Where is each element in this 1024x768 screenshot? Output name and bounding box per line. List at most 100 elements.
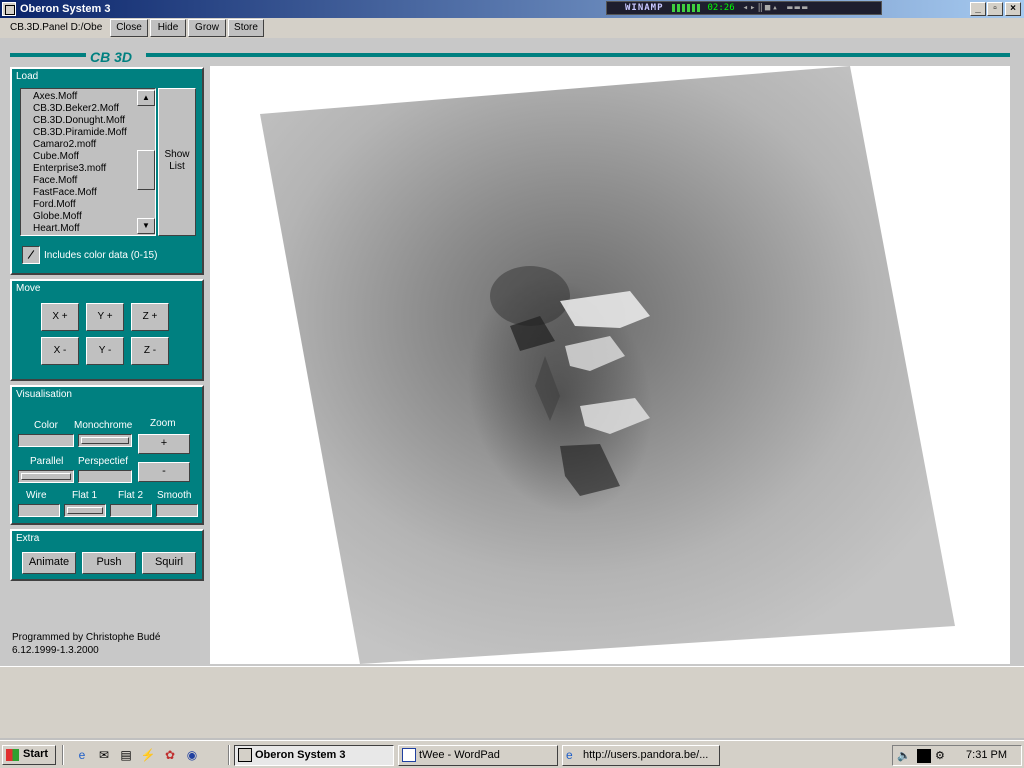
y-minus-button[interactable]: Y - <box>86 337 124 365</box>
y-plus-button[interactable]: Y + <box>86 303 124 331</box>
visualisation-label: Visualisation <box>16 389 72 400</box>
task-browser-label: http://users.pandora.be/... <box>583 749 709 761</box>
color-data-label: Includes color data (0-15) <box>44 250 158 261</box>
system-tray: 🔈 ⚙ 7:31 PM <box>892 745 1022 766</box>
push-button[interactable]: Push <box>82 552 136 574</box>
close-window-button[interactable]: × <box>1005 2 1021 16</box>
color-data-checkbox[interactable] <box>22 246 40 264</box>
list-item[interactable]: Enterprise3.moff <box>33 163 106 174</box>
winamp-time: 02:26 <box>707 3 735 13</box>
outlook-icon[interactable]: ✉ <box>96 747 112 763</box>
panel-title: CB 3D <box>90 49 133 65</box>
clock[interactable]: 7:31 PM <box>966 749 1007 761</box>
z-plus-button[interactable]: Z + <box>131 303 169 331</box>
oberon-task-icon <box>238 748 252 762</box>
network-icon[interactable]: ⚙ <box>935 749 945 762</box>
wire-label: Wire <box>26 490 47 501</box>
grow-button[interactable]: Grow <box>188 19 226 37</box>
header-rule-left <box>10 53 86 57</box>
monochrome-toggle[interactable] <box>78 434 132 447</box>
winamp-label: WINAMP <box>625 3 664 13</box>
z-minus-button[interactable]: Z - <box>131 337 169 365</box>
list-item[interactable]: CB.3D.Beker2.Moff <box>33 103 119 114</box>
animate-button[interactable]: Animate <box>22 552 76 574</box>
viewer-path: CB.3D.Panel D:/Obe <box>10 22 103 33</box>
show-list-label-2: List <box>169 161 185 172</box>
list-item[interactable]: FastFace.Moff <box>33 187 97 198</box>
task-oberon[interactable]: Oberon System 3 <box>234 745 394 766</box>
render-viewport[interactable] <box>210 66 1010 664</box>
start-button[interactable]: Start <box>2 745 56 765</box>
maximize-button[interactable]: ▫ <box>987 2 1003 16</box>
task-oberon-label: Oberon System 3 <box>255 749 346 761</box>
desktop-icon[interactable]: ▤ <box>118 747 134 763</box>
face-render <box>260 66 955 664</box>
task-wordpad[interactable]: tWee - WordPad <box>398 745 558 766</box>
header-rule-right <box>146 53 1010 57</box>
list-item[interactable]: Ford.Moff <box>33 199 76 210</box>
flower-app-icon[interactable]: ✿ <box>162 747 178 763</box>
browser-icon: e <box>566 748 573 762</box>
close-button[interactable]: Close <box>110 19 148 37</box>
list-item[interactable]: CB.3D.Piramide.Moff <box>33 127 127 138</box>
taskbar: Start e ✉ ▤ ⚡ ✿ ◉ Oberon System 3 tWee -… <box>0 740 1024 768</box>
monochrome-label: Monochrome <box>74 420 133 431</box>
file-listbox[interactable]: Axes.Moff CB.3D.Beker2.Moff CB.3D.Donugh… <box>20 88 156 236</box>
parallel-label: Parallel <box>30 456 64 467</box>
volume-icon[interactable]: 🔈 <box>897 749 911 762</box>
smooth-toggle[interactable] <box>156 504 198 517</box>
status-strip <box>0 666 1024 738</box>
window-title: Oberon System 3 <box>20 3 111 15</box>
smooth-label: Smooth <box>157 490 192 501</box>
hide-button[interactable]: Hide <box>150 19 186 37</box>
x-plus-button[interactable]: X + <box>41 303 79 331</box>
winamp-controls-icon[interactable]: ◂▸‖■▴ ▬▬▬ <box>743 3 810 13</box>
flat1-label: Flat 1 <box>72 490 98 501</box>
winamp-mini-player[interactable]: WINAMP 02:26 ◂▸‖■▴ ▬▬▬ <box>606 1 882 15</box>
oberon-app-icon <box>2 2 16 16</box>
x-minus-button[interactable]: X - <box>41 337 79 365</box>
winamp-visualizer <box>671 4 700 12</box>
perspectief-label: Perspectief <box>78 456 129 467</box>
scroll-down-icon[interactable]: ▼ <box>137 218 155 234</box>
flat1-toggle[interactable] <box>64 504 106 517</box>
list-item[interactable]: Heart.Moff <box>33 223 80 234</box>
credit-dates: 6.12.1999-1.3.2000 <box>12 645 99 656</box>
flat2-label: Flat 2 <box>118 490 144 501</box>
list-item[interactable]: Cube.Moff <box>33 151 79 162</box>
list-item[interactable]: Face.Moff <box>33 175 77 186</box>
load-label: Load <box>16 71 39 82</box>
scroll-thumb[interactable] <box>137 150 155 190</box>
list-item[interactable]: CB.3D.Donught.Moff <box>33 115 125 126</box>
color-toggle[interactable] <box>18 434 74 447</box>
internet-explorer-icon[interactable]: e <box>74 747 90 763</box>
flat2-toggle[interactable] <box>110 504 152 517</box>
task-browser[interactable]: e http://users.pandora.be/... <box>562 745 720 766</box>
wire-toggle[interactable] <box>18 504 60 517</box>
list-item[interactable]: Globe.Moff <box>33 211 82 222</box>
move-label: Move <box>16 283 41 294</box>
list-item[interactable]: Camaro2.moff <box>33 139 96 150</box>
perspectief-toggle[interactable] <box>78 470 132 483</box>
minimize-button[interactable]: _ <box>970 2 986 16</box>
list-item[interactable]: Axes.Moff <box>33 91 77 102</box>
zoom-label: Zoom <box>150 418 176 429</box>
show-list-button[interactable]: Show List <box>158 88 196 236</box>
zoom-out-button[interactable]: - <box>138 462 190 482</box>
credit-author: Programmed by Christophe Budé <box>12 632 161 643</box>
task-wordpad-label: tWee - WordPad <box>419 749 500 761</box>
tray-app-icon[interactable] <box>917 749 931 763</box>
globe-app-icon[interactable]: ◉ <box>184 747 200 763</box>
list-scrollbar[interactable]: ▲ ▼ <box>137 90 155 234</box>
parallel-toggle[interactable] <box>18 470 74 483</box>
taskbar-separator <box>62 745 64 765</box>
color-label: Color <box>34 420 58 431</box>
store-button[interactable]: Store <box>228 19 264 37</box>
scroll-up-icon[interactable]: ▲ <box>137 90 155 106</box>
squirl-button[interactable]: Squirl <box>142 552 196 574</box>
extra-label: Extra <box>16 533 40 544</box>
show-list-label-1: Show <box>164 149 190 160</box>
zoom-in-button[interactable]: + <box>138 434 190 454</box>
winamp-quick-icon[interactable]: ⚡ <box>140 747 156 763</box>
wordpad-icon <box>402 748 416 762</box>
